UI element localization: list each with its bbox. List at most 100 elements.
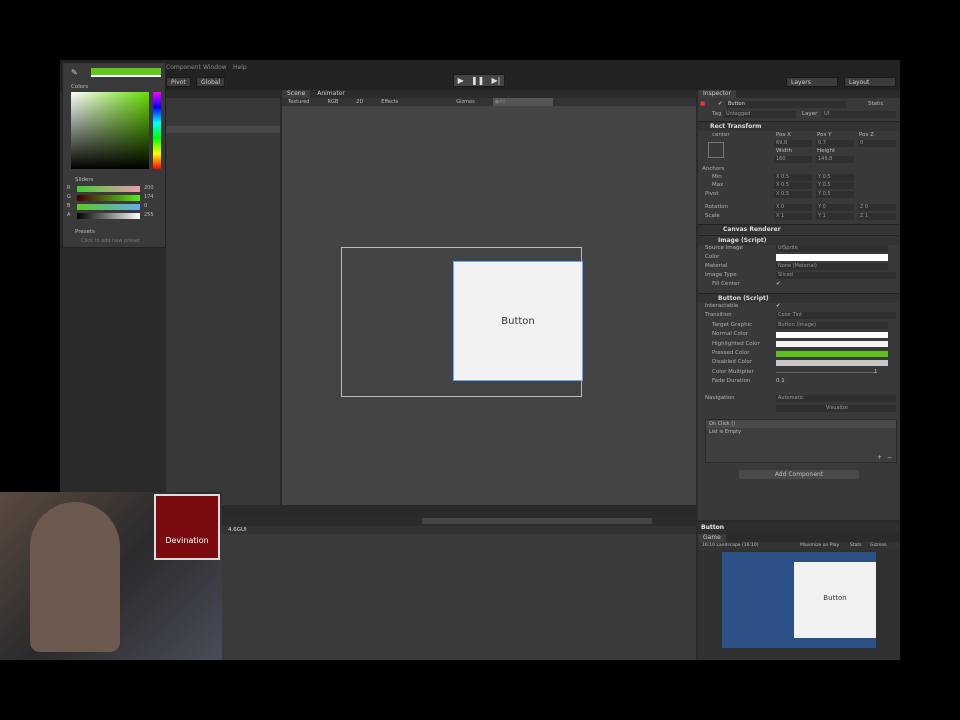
pivot-label: Pivot (705, 191, 719, 197)
a-slider[interactable] (77, 213, 140, 219)
scene-toolbar: Textured RGB 2D Effects Gizmos ●All (282, 98, 696, 106)
a-value[interactable]: 255 (144, 212, 154, 218)
layers-dropdown[interactable]: Layers (786, 77, 838, 87)
global-toggle[interactable]: Global (196, 77, 226, 87)
tag-dropdown[interactable]: Untagged (724, 111, 796, 118)
material-field[interactable]: None (Material) (776, 263, 888, 270)
image-color-swatch[interactable] (776, 254, 888, 261)
hue-slider[interactable] (153, 92, 161, 169)
b-value[interactable]: 0 (144, 203, 147, 209)
visualize-button[interactable]: Visualize (776, 405, 896, 412)
transition-dropdown[interactable]: Color Tint (776, 312, 896, 319)
presets-foldout[interactable]: Presets (75, 229, 95, 235)
g-value[interactable]: 174 (144, 194, 154, 200)
render-mode-dropdown[interactable]: RGB (327, 98, 338, 106)
aspect-dropdown[interactable]: 16:10 Landscape (16:10) (702, 542, 758, 550)
menu-component[interactable]: Component (166, 64, 201, 71)
min-y-field[interactable]: Y 0.5 (816, 174, 854, 181)
saturation-value-box[interactable] (71, 92, 149, 169)
rot-x-field[interactable]: X 0 (774, 204, 812, 211)
source-image-field[interactable]: UISprite (776, 245, 888, 252)
pos-z-field[interactable]: 0 (858, 140, 896, 147)
color-multiplier-slider[interactable] (776, 372, 876, 373)
width-field[interactable]: 160 (774, 156, 812, 163)
rect-transform-header[interactable]: Rect Transform (698, 121, 900, 131)
g-slider[interactable] (77, 195, 140, 201)
gizmos-dropdown[interactable]: Gizmos (456, 98, 474, 106)
static-toggle[interactable]: Static (868, 100, 884, 109)
tab-scene[interactable]: Scene (282, 90, 311, 98)
inspector-panel: Inspector ■ ✔ Button Static Tag Untagged Laye… (698, 90, 900, 520)
height-field[interactable]: 149.8 (816, 156, 854, 163)
hierarchy-panel (166, 90, 280, 505)
game-button[interactable]: Button (794, 562, 876, 638)
scene-search[interactable]: ●All (492, 98, 553, 106)
interactable-checkbox[interactable]: ✔ (776, 302, 781, 311)
fade-duration-field[interactable]: 0.1 (776, 377, 785, 386)
object-name-field[interactable]: Button (726, 101, 846, 108)
scale-x-field[interactable]: X 1 (774, 213, 812, 220)
layer-dropdown[interactable]: UI (822, 111, 896, 118)
hierarchy-selected-row[interactable] (166, 126, 280, 133)
pos-x-field[interactable]: 69.8 (774, 140, 812, 147)
eyedropper-icon[interactable]: ✎ (71, 68, 78, 77)
canvas-renderer-header[interactable]: Canvas Renderer (698, 224, 900, 234)
menu-help[interactable]: Help (233, 64, 247, 71)
add-component-button[interactable]: Add Component (739, 470, 859, 479)
add-event-icon[interactable]: + (877, 454, 882, 461)
tab-game[interactable]: Game (698, 534, 726, 542)
image-type-dropdown[interactable]: Sliced (776, 272, 896, 279)
stats-toggle[interactable]: Stats (850, 542, 862, 550)
game-canvas: Button (722, 552, 876, 648)
color-multiplier-value[interactable]: 1 (874, 368, 878, 377)
disabled-color-swatch[interactable] (776, 360, 888, 366)
pivot-y-field[interactable]: Y 0.5 (816, 191, 854, 198)
remove-event-icon[interactable]: − (887, 454, 892, 461)
step-icon[interactable]: ▶| (492, 76, 501, 85)
scene-button[interactable]: Button (453, 261, 583, 381)
normal-color-swatch[interactable] (776, 332, 888, 338)
highlighted-color-swatch[interactable] (776, 341, 888, 347)
maximize-on-play-toggle[interactable]: Maximize on Play (800, 542, 839, 550)
scale-z-field[interactable]: Z 1 (858, 213, 896, 220)
layout-dropdown[interactable]: Layout (844, 77, 896, 87)
project-search[interactable] (422, 518, 652, 524)
b-slider[interactable] (77, 204, 140, 210)
max-label: Max (712, 182, 724, 188)
play-icon[interactable]: ▶ (458, 76, 464, 85)
pause-icon[interactable]: ❚❚ (471, 76, 484, 85)
navigation-label: Navigation (705, 395, 735, 401)
scene-view[interactable]: Scene Animator Textured RGB 2D Effects G… (282, 90, 696, 505)
effects-dropdown[interactable]: Effects (381, 98, 398, 106)
navigation-dropdown[interactable]: Automatic (776, 395, 896, 402)
2d-toggle[interactable]: 2D (356, 98, 363, 106)
colors-foldout[interactable]: Colors (71, 84, 88, 90)
folder-4-6gui[interactable]: 4.6GUI (222, 526, 696, 534)
interactable-label: Interactable (705, 303, 739, 309)
rot-z-field[interactable]: Z 0 (858, 204, 896, 211)
rot-y-field[interactable]: Y 0 (816, 204, 854, 211)
material-label: Material (705, 263, 728, 269)
max-y-field[interactable]: Y 0.5 (816, 182, 854, 189)
pos-y-field[interactable]: 0.7 (816, 140, 854, 147)
target-graphic-label: Target Graphic (712, 322, 753, 328)
active-checkbox[interactable]: ✔ (718, 100, 723, 109)
pivot-x-field[interactable]: X 0.5 (774, 191, 812, 198)
sliders-foldout[interactable]: Sliders (75, 177, 94, 183)
add-preset-button[interactable]: Click to add new preset (81, 238, 140, 244)
menu-window[interactable]: Window (203, 64, 227, 71)
max-x-field[interactable]: X 0.5 (774, 182, 812, 189)
scale-y-field[interactable]: Y 1 (816, 213, 854, 220)
target-graphic-field[interactable]: Button (Image) (776, 322, 888, 329)
r-slider[interactable] (77, 186, 140, 192)
pressed-color-swatch[interactable] (776, 351, 888, 357)
pivot-toggle[interactable]: Pivot (166, 77, 191, 87)
tab-inspector[interactable]: Inspector (698, 90, 736, 98)
shading-dropdown[interactable]: Textured (288, 98, 309, 106)
min-x-field[interactable]: X 0.5 (774, 174, 812, 181)
r-label: R (67, 185, 71, 191)
game-gizmos-dropdown[interactable]: Gizmos (870, 542, 887, 550)
tab-animator[interactable]: Animator (312, 90, 350, 98)
r-value[interactable]: 200 (144, 185, 154, 191)
fill-center-checkbox[interactable]: ✔ (776, 280, 781, 289)
